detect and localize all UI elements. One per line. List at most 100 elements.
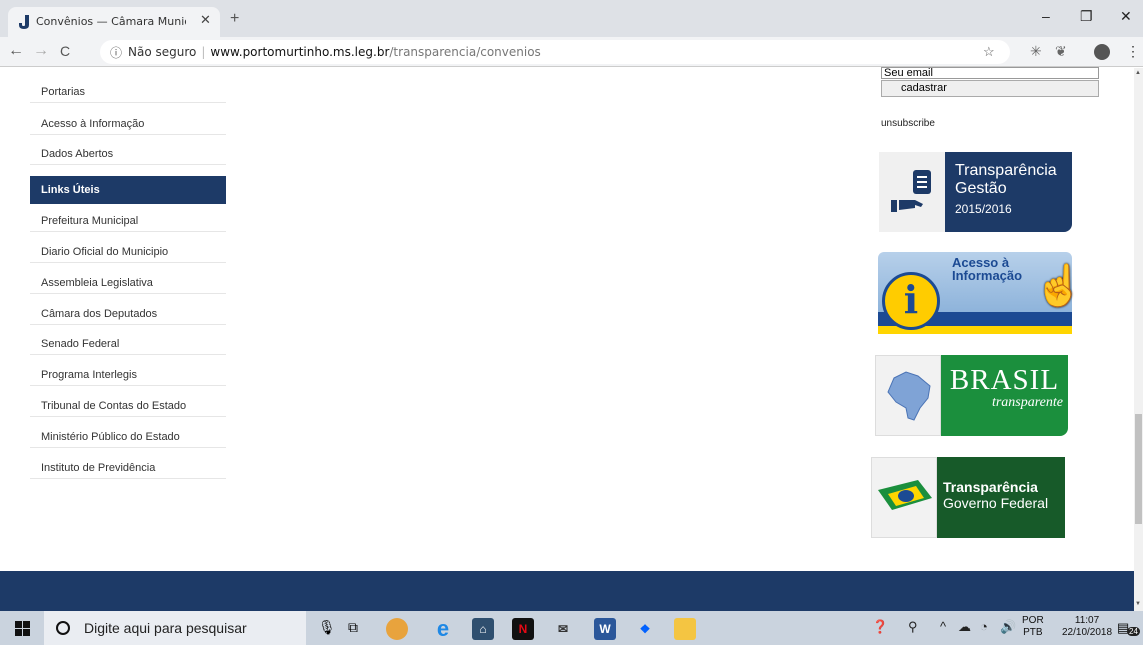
dropbox-app-icon[interactable]: ❖ (634, 618, 656, 640)
email-field[interactable]: Seu email (881, 67, 1099, 79)
language-line1: POR (1022, 615, 1044, 626)
banner-gestao-line3: 2015/2016 (955, 202, 1012, 216)
microphone-icon[interactable]: 🎙 (318, 619, 336, 636)
brazil-flag-icon (878, 480, 932, 510)
banner-brasil-line1: BRASIL (949, 364, 1060, 396)
banner-brasil-transparente[interactable]: BRASIL transparente (875, 355, 1068, 436)
info-icon[interactable]: ⓘ (110, 44, 122, 61)
people-icon[interactable]: ⚲ (908, 619, 918, 635)
sidebar-item-portarias[interactable]: Portarias (30, 72, 226, 103)
pointer-hand-icon: ☝ (1034, 264, 1084, 308)
forward-button[interactable]: → (33, 42, 49, 60)
banner-text-area: Transparência Governo Federal (937, 457, 1065, 538)
url-text: Não seguro | www.portomurtinho.ms.leg.br/t… (128, 45, 541, 59)
notification-center-icon[interactable]: ▤ 24 (1117, 619, 1140, 637)
banner-federal-line1: Transparência (943, 479, 1038, 495)
banner-gestao-line1: Transparência (955, 162, 1057, 179)
sidebar-link[interactable]: Prefeitura Municipal (30, 201, 226, 232)
sidebar-link[interactable]: Programa Interlegis (30, 355, 226, 386)
links-uteis-header: Links Úteis (30, 176, 226, 204)
profile-avatar[interactable] (1094, 44, 1110, 60)
info-i-icon: i (882, 272, 940, 330)
subscribe-button[interactable]: cadastrar (881, 80, 1099, 97)
url-path: /transparencia/convenios (389, 45, 541, 59)
banner-icon-area (871, 457, 937, 538)
address-bar[interactable]: ⓘ Não seguro | www.portomurtinho.ms.leg.br… (100, 40, 1010, 64)
site-favicon-icon (19, 15, 29, 29)
page-footer (0, 571, 1134, 611)
banner-acesso-informacao[interactable]: i Acesso à Informação ☝ (878, 252, 1084, 334)
security-label: Não seguro (128, 45, 197, 59)
restore-button[interactable]: ❐ (1080, 8, 1093, 25)
store-app-icon[interactable]: ⌂ (472, 618, 494, 640)
sidebar-item-acesso-informacao[interactable]: Acesso à Informação (30, 104, 226, 135)
taskbar-search-box[interactable]: Digite aqui para pesquisar (44, 611, 306, 645)
close-window-button[interactable]: ✕ (1120, 8, 1132, 25)
banner-acesso-text: Acesso à Informação (952, 256, 1022, 282)
system-clock[interactable]: 11:07 22/10/2018 (1062, 615, 1112, 639)
edge-app-icon[interactable]: e (432, 618, 454, 640)
banner-acesso-line2: Informação (952, 268, 1023, 283)
cloud-icon[interactable]: ☁ (958, 619, 971, 635)
wifi-icon[interactable]: ◔ (980, 619, 988, 634)
volume-icon[interactable]: 🔊 (1000, 619, 1016, 635)
language-line2: PTB (1023, 627, 1043, 638)
scrollbar-track[interactable] (1134, 68, 1143, 611)
word-app-icon[interactable]: W (594, 618, 616, 640)
notification-badge: 24 (1127, 627, 1140, 636)
scrollbar-thumb[interactable] (1135, 414, 1142, 524)
tray-chevron-icon[interactable]: ^ (940, 619, 946, 634)
sidebar-link[interactable]: Assembleia Legislativa (30, 263, 226, 294)
banner-text-area: BRASIL transparente (941, 355, 1068, 436)
document-hand-icon (891, 170, 931, 212)
chrome-app-icon[interactable] (386, 618, 408, 640)
sidebar-link[interactable]: Instituto de Previdência (30, 448, 226, 479)
tab-close-icon[interactable]: ✕ (200, 12, 211, 28)
url-separator: | (201, 45, 206, 59)
extension-icon[interactable]: ❦ (1055, 43, 1067, 60)
banner-icon-area (879, 152, 945, 232)
banner-transparencia-federal[interactable]: Transparência Governo Federal (871, 457, 1065, 538)
url-host: www.portomurtinho.ms.leg.br (210, 45, 390, 59)
scroll-up-icon[interactable]: ▲ (1135, 70, 1141, 76)
menu-icon[interactable]: ⋮ (1126, 43, 1140, 60)
tab-strip: Convênios — Câmara Municipal ✕ + – ❐ ✕ (0, 0, 1143, 37)
banner-brasil-line2: transparente (991, 395, 1063, 410)
sidebar-link[interactable]: Senado Federal (30, 324, 226, 355)
sidebar-link[interactable]: Câmara dos Deputados (30, 294, 226, 325)
windows-start-icon[interactable] (15, 621, 30, 636)
sidebar-link[interactable]: Ministério Público do Estado (30, 417, 226, 448)
browser-tab[interactable]: Convênios — Câmara Municipal ✕ (8, 7, 220, 37)
tab-title: Convênios — Câmara Municipal (36, 15, 186, 28)
cortana-icon (56, 621, 70, 635)
banner-text-area: Transparência Gestão 2015/2016 (945, 152, 1072, 232)
bookmark-star-icon[interactable]: ☆ (983, 44, 995, 60)
search-placeholder: Digite aqui para pesquisar (84, 620, 247, 636)
sidebar-link[interactable]: Diario Oficial do Municipio (30, 232, 226, 263)
clock-date: 22/10/2018 (1062, 627, 1113, 638)
task-view-icon[interactable]: ⧉ (348, 619, 358, 636)
help-icon[interactable]: ❓ (872, 619, 888, 635)
brazil-map-icon (887, 371, 931, 421)
windows-taskbar: Digite aqui para pesquisar 🎙 ⧉ e ⌂ N ✉ W… (0, 611, 1143, 645)
banner-gestao-line2: Gestão (955, 180, 1007, 197)
banner-icon-area (875, 355, 941, 436)
new-tab-button[interactable]: + (230, 10, 239, 28)
browser-toolbar: ← → C ⓘ Não seguro | www.portomurtinho.ms.… (0, 37, 1143, 67)
file-explorer-app-icon[interactable] (674, 618, 696, 640)
banner-transparencia-gestao[interactable]: Transparência Gestão 2015/2016 (879, 152, 1072, 232)
banner-federal-line2: Governo Federal (943, 495, 1049, 511)
mail-app-icon[interactable]: ✉ (552, 618, 574, 640)
unsubscribe-link[interactable]: unsubscribe (881, 118, 935, 129)
minimize-button[interactable]: – (1042, 8, 1050, 24)
scroll-down-icon[interactable]: ▼ (1135, 601, 1141, 607)
sidebar-item-dados-abertos[interactable]: Dados Abertos (30, 134, 226, 165)
language-indicator[interactable]: POR PTB (1022, 615, 1044, 639)
sidebar-link[interactable]: Tribunal de Contas do Estado (30, 386, 226, 417)
extension-icon[interactable]: ✳ (1030, 43, 1042, 60)
reload-button[interactable]: C (60, 43, 70, 59)
netflix-app-icon[interactable]: N (512, 618, 534, 640)
back-button[interactable]: ← (8, 42, 24, 60)
clock-time: 11:07 (1074, 615, 1100, 626)
page-content: Portarias Acesso à Informação Dados Aber… (0, 67, 1143, 611)
